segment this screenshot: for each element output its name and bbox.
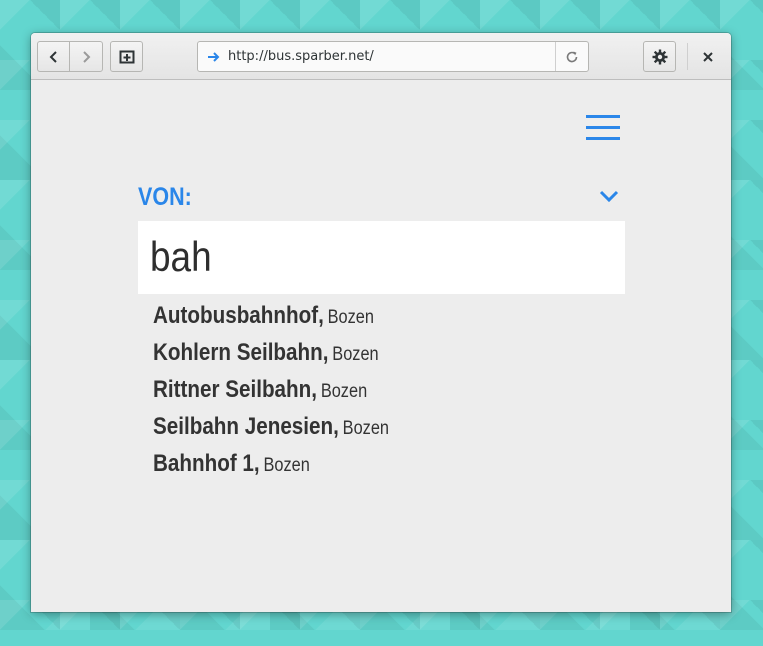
stop-name: Autobusbahnhof, bbox=[153, 302, 324, 329]
forward-button[interactable] bbox=[69, 41, 103, 72]
reload-icon bbox=[566, 51, 578, 62]
stop-city: Bozen bbox=[320, 381, 368, 402]
close-icon bbox=[703, 51, 713, 62]
stop-name: Rittner Seilbahn, bbox=[153, 376, 317, 403]
menu-icon-line-bottom bbox=[586, 137, 620, 140]
chevron-right-icon bbox=[83, 50, 91, 63]
web-content: VON: Autobusbahnhof, Bozen Kohlern Seilb… bbox=[31, 80, 731, 612]
suggestion-item[interactable]: Rittner Seilbahn, Bozen bbox=[153, 376, 557, 413]
stop-name: Bahnhof 1, bbox=[153, 450, 260, 477]
menu-icon-line-top bbox=[586, 115, 620, 118]
browser-window: http://bus.sparber.net/ VON: bah Autobus… bbox=[31, 33, 731, 612]
menu-button[interactable] bbox=[586, 115, 620, 141]
url-text[interactable]: http://bus.sparber.net/ bbox=[228, 49, 374, 64]
navigation-buttons bbox=[37, 41, 103, 72]
arrow-right-icon bbox=[208, 52, 220, 62]
menu-icon-line-middle bbox=[586, 126, 620, 129]
stop-city: Bozen bbox=[332, 344, 379, 365]
stop-city: Bozen bbox=[342, 418, 390, 439]
suggestion-item[interactable]: Seilbahn Jenesien, Bozen bbox=[153, 413, 557, 450]
stop-name: Kohlern Seilbahn, bbox=[153, 339, 329, 366]
stop-name: Seilbahn Jenesien, bbox=[153, 413, 339, 440]
suggestion-item[interactable]: Kohlern Seilbahn, Bozen bbox=[153, 339, 557, 376]
new-tab-icon bbox=[119, 50, 134, 63]
close-button[interactable] bbox=[695, 41, 721, 72]
suggestion-list: Autobusbahnhof, Bozen Kohlern Seilbahn, … bbox=[153, 302, 623, 487]
chevron-down-icon[interactable] bbox=[598, 188, 620, 204]
from-label: VON: bbox=[138, 183, 192, 211]
new-tab-button[interactable] bbox=[110, 41, 143, 72]
settings-button[interactable] bbox=[643, 41, 676, 72]
reload-button[interactable] bbox=[555, 42, 588, 71]
suggestion-item[interactable]: Autobusbahnhof, Bozen bbox=[153, 302, 557, 339]
from-search-input[interactable] bbox=[150, 231, 555, 283]
stop-city: Bozen bbox=[327, 307, 374, 328]
chevron-left-icon bbox=[49, 50, 57, 63]
back-button[interactable] bbox=[37, 41, 70, 72]
header-bar: http://bus.sparber.net/ bbox=[31, 33, 731, 80]
from-search-box bbox=[138, 221, 625, 294]
header-separator bbox=[687, 43, 688, 70]
stop-city: Bozen bbox=[263, 455, 310, 476]
suggestion-item[interactable]: Bahnhof 1, Bozen bbox=[153, 450, 557, 487]
url-bar[interactable]: http://bus.sparber.net/ bbox=[197, 41, 589, 72]
gear-icon bbox=[652, 49, 667, 64]
